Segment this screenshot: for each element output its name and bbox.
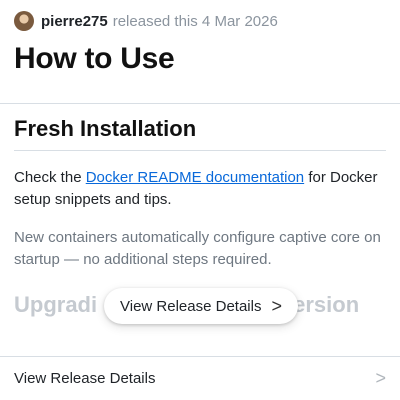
docker-readme-paragraph: Check the Docker README documentation fo… (14, 167, 390, 211)
chevron-right-icon: > (375, 367, 386, 388)
view-release-details-popup-button[interactable]: View Release Details > (104, 288, 298, 324)
chevron-right-icon: > (271, 295, 282, 316)
section-divider (14, 150, 386, 151)
popup-label: View Release Details (120, 297, 262, 315)
author-link[interactable]: pierre275 (41, 13, 108, 30)
release-info: pierre275 released this 4 Mar 2026 (14, 8, 278, 34)
title-divider (0, 103, 400, 104)
para1-prefix: Check the (14, 169, 86, 186)
next-heading-start: Upgradi (14, 292, 98, 317)
view-release-details-row[interactable]: View Release Details > (0, 357, 400, 399)
captive-core-paragraph: New containers automatically configure c… (14, 229, 381, 268)
row-label: View Release Details (14, 369, 156, 387)
docker-readme-link[interactable]: Docker README documentation (86, 169, 304, 186)
section-title: Fresh Installation (14, 116, 197, 141)
release-date-text: released this 4 Mar 2026 (112, 12, 278, 30)
next-heading-end: ersion (293, 292, 360, 317)
page-title: How to Use (14, 42, 175, 75)
avatar[interactable] (14, 11, 34, 31)
